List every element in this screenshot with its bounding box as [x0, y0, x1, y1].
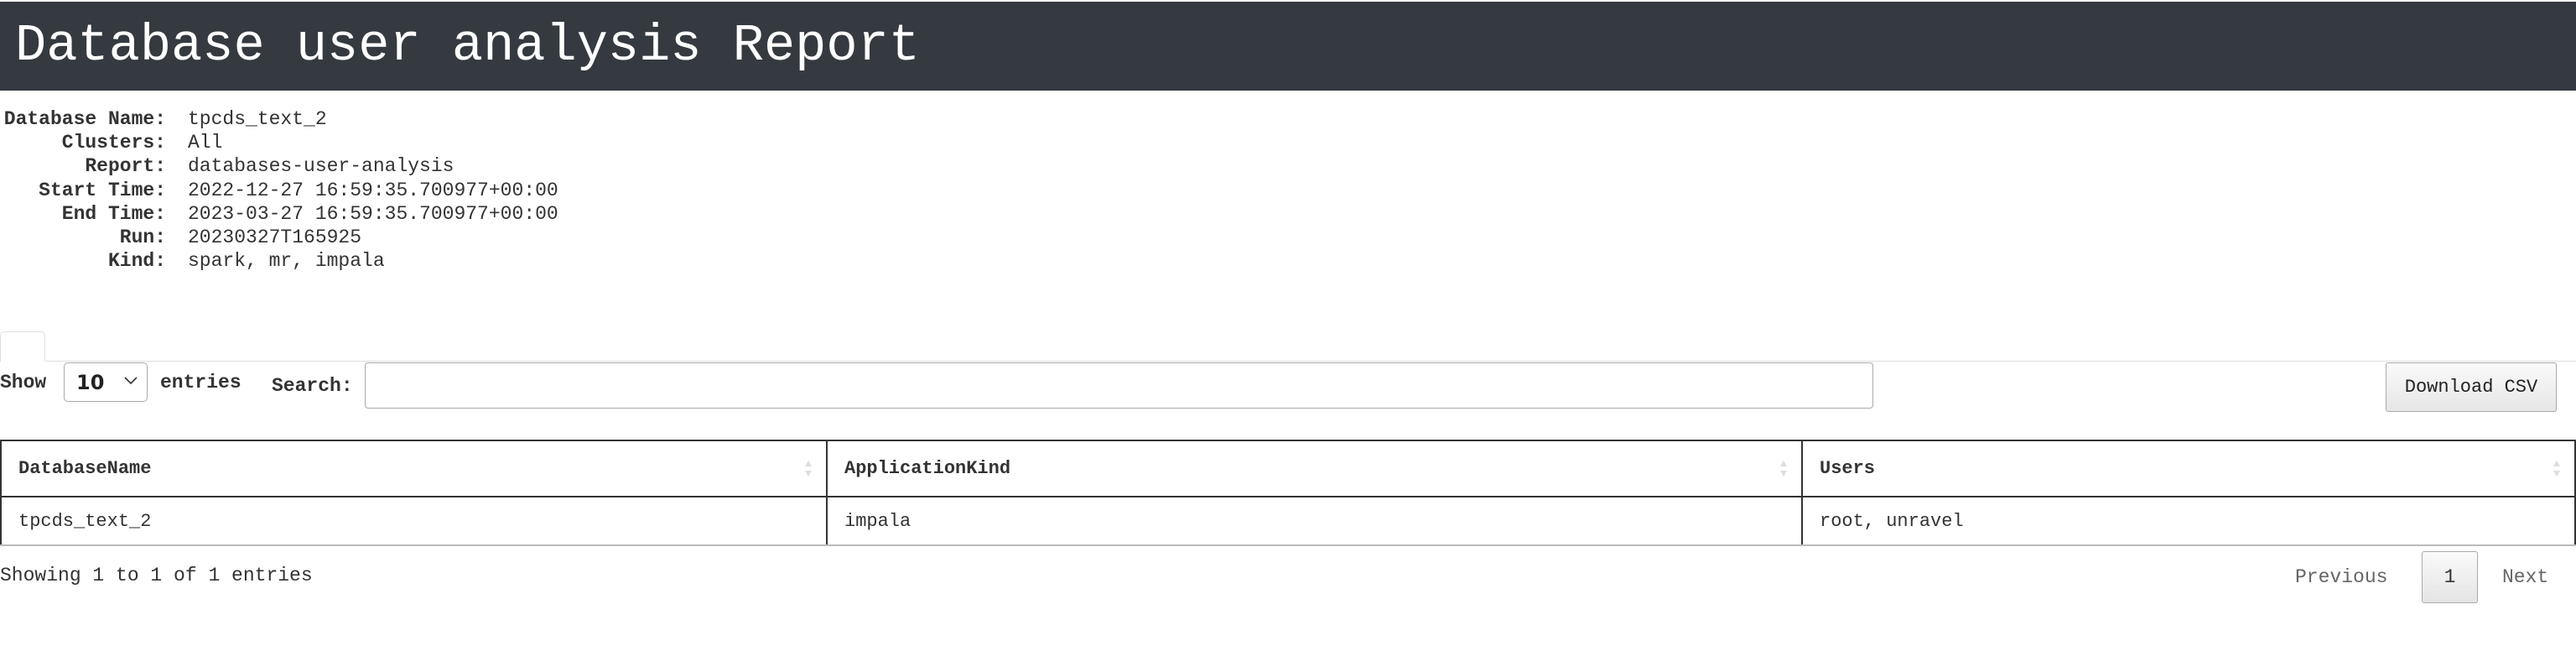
meta-value: 2023-03-27 16:59:35.700977+00:00	[188, 202, 558, 225]
meta-value: databases-user-analysis	[188, 155, 454, 178]
tab-divider	[46, 361, 2576, 362]
meta-label: Clusters:	[61, 132, 166, 154]
sort-icon	[1780, 461, 1787, 477]
pagination-page-1[interactable]: 1	[2422, 551, 2478, 603]
search-label: Search:	[272, 375, 353, 397]
meta-value: All	[188, 132, 223, 154]
meta-label: End Time:	[61, 202, 166, 225]
meta-value: 2022-12-27 16:59:35.700977+00:00	[188, 179, 558, 201]
page-title: Database user analysis Report	[15, 16, 920, 76]
meta-value: spark, mr, impala	[188, 250, 385, 273]
table-info: Showing 1 to 1 of 1 entries	[0, 565, 313, 586]
entries-label: entries	[160, 372, 242, 393]
show-label: Show	[0, 372, 47, 393]
column-header-label: Users	[1820, 458, 1876, 479]
meta-label: Start Time:	[39, 179, 166, 201]
meta-label: Run:	[119, 226, 166, 248]
meta-value: tpcds_text_2	[188, 108, 327, 130]
cell-users: root, unravel	[1801, 497, 2576, 546]
report-header: Database user analysis Report	[0, 2, 2576, 91]
page-length-value: 10	[76, 371, 105, 394]
data-table: DatabaseName ApplicationKind Users tpcds	[0, 440, 2576, 546]
table-header-row: DatabaseName ApplicationKind Users	[0, 440, 2576, 497]
meta-label: Kind:	[107, 250, 166, 273]
table-row: tpcds_text_2 impala root, unravel	[0, 497, 2576, 546]
meta-label: Report:	[85, 155, 166, 178]
tab-empty[interactable]	[0, 331, 45, 362]
column-header-databasename[interactable]: DatabaseName	[0, 440, 828, 497]
pagination-next[interactable]: Next	[2502, 565, 2548, 589]
column-header-label: DatabaseName	[18, 458, 152, 479]
pagination-previous[interactable]: Previous	[2295, 565, 2387, 589]
meta-label: Database Name:	[3, 108, 166, 130]
column-header-applicationkind[interactable]: ApplicationKind	[826, 440, 1803, 497]
meta-value: 20230327T165925	[188, 226, 362, 248]
sort-icon	[805, 461, 812, 477]
cell-databasename: tpcds_text_2	[0, 497, 828, 546]
cell-applicationkind: impala	[826, 497, 1803, 546]
sort-icon	[2553, 461, 2560, 477]
page-length-select[interactable]: 10	[64, 362, 148, 402]
search-input[interactable]	[365, 362, 1873, 409]
column-header-users[interactable]: Users	[1801, 440, 2576, 497]
column-header-label: ApplicationKind	[844, 458, 1011, 479]
download-csv-button[interactable]: Download CSV	[2386, 362, 2557, 412]
chevron-down-icon	[124, 377, 138, 385]
